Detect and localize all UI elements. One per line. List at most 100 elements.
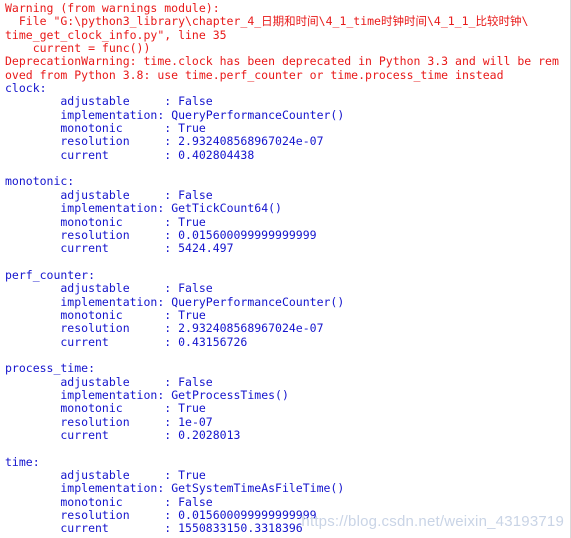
clock-field-value: 0.2028013 (178, 428, 241, 442)
clock-field-separator: : (157, 294, 172, 309)
clock-field-key: monotonic (5, 307, 123, 322)
clock-field-key: adjustable (5, 374, 130, 389)
clock-field-separator: : (129, 187, 179, 202)
clock-section-title: clock: (5, 81, 47, 96)
clock-field-key: implementation (5, 481, 158, 496)
clock-field-key: resolution (5, 134, 130, 149)
clock-field-key: resolution (5, 227, 130, 242)
clock-field-value: 0.402804438 (178, 147, 255, 162)
clock-field-value: True (178, 468, 206, 483)
clock-field-separator: : (108, 334, 179, 349)
clock-field-row: resolution : 0.015600099999999999 (5, 508, 570, 523)
clock-field-key: monotonic (5, 494, 123, 509)
clock-field-row: current : 0.43156726 (5, 334, 570, 349)
clock-field-value: True (178, 401, 206, 416)
clock-field-separator: : (108, 428, 179, 442)
clock-field-key: current (5, 428, 109, 442)
clock-field-separator: : (122, 494, 179, 509)
warning-file-path-continuation: time_get_clock_info.py", line 35 (5, 27, 227, 42)
clock-field-separator: : (122, 401, 179, 416)
clock-field-value: False (178, 494, 213, 509)
clock-field-key: current (5, 521, 109, 536)
clock-field-separator: : (157, 201, 172, 216)
clock-field-separator: : (129, 414, 179, 429)
deprecation-warning-line-1: DeprecationWarning: time.clock has been … (5, 54, 559, 69)
clock-field-value: 2.932408568967024e-07 (178, 321, 324, 336)
clock-field-value: False (178, 94, 213, 109)
clock-field-row: resolution : 2.932408568967024e-07 (5, 322, 570, 335)
clock-field-value: GetSystemTimeAsFileTime() (171, 481, 345, 496)
clock-field-value: GetTickCount64() (171, 201, 282, 216)
clock-field-value: 1550833150.3318396 (178, 521, 303, 536)
clock-field-key: adjustable (5, 468, 130, 483)
clock-field-row: implementation: GetProcessTimes() (5, 387, 570, 402)
clock-field-row: implementation: QueryPerformanceCounter(… (5, 294, 570, 309)
clock-field-row: adjustable : False (5, 187, 570, 202)
clock-field-key: implementation (5, 387, 158, 402)
clock-field-row: current : 1550833150.3318396 (5, 522, 570, 535)
clock-field-key: monotonic (5, 121, 123, 136)
clock-field-value: True (178, 307, 206, 322)
clock-field-key: implementation (5, 201, 158, 216)
clock-field-row: implementation: GetSystemTimeAsFileTime(… (5, 482, 570, 495)
clock-section-title: process_time: (5, 361, 96, 376)
clock-field-key: current (5, 241, 109, 256)
clock-field-value: True (178, 214, 206, 229)
clock-field-separator: : (157, 107, 172, 122)
clock-field-row: monotonic : True (5, 307, 570, 322)
clock-section-title: time: (5, 454, 40, 469)
clock-field-row: adjustable : False (5, 282, 570, 295)
console-output-pane[interactable]: Warning (from warnings module): File "G:… (0, 0, 571, 538)
clock-field-separator: : (129, 321, 179, 336)
clock-field-key: implementation (5, 107, 158, 122)
clock-field-key: adjustable (5, 281, 130, 296)
clock-field-separator: : (129, 374, 179, 389)
clock-field-separator: : (108, 241, 179, 256)
clock-field-separator: : (129, 468, 179, 483)
clock-field-value: GetProcessTimes() (171, 387, 289, 402)
clock-field-value: 0.43156726 (178, 334, 248, 349)
clock-field-value: 1e-07 (178, 414, 213, 429)
clock-field-key: monotonic (5, 214, 123, 229)
clock-field-separator: : (122, 214, 179, 229)
clock-field-row: implementation: QueryPerformanceCounter(… (5, 107, 570, 122)
clock-field-separator: : (122, 307, 179, 322)
clock-field-key: adjustable (5, 94, 130, 109)
clock-field-separator: : (108, 521, 179, 536)
clock-field-row: resolution : 2.932408568967024e-07 (5, 135, 570, 148)
clock-field-value: QueryPerformanceCounter() (171, 107, 345, 122)
clock-field-row: current : 0.402804438 (5, 147, 570, 162)
clock-field-value: QueryPerformanceCounter() (171, 294, 345, 309)
clock-field-separator: : (129, 281, 179, 296)
clock-field-value: False (178, 187, 213, 202)
clock-field-separator: : (157, 481, 172, 496)
clock-field-row: current : 0.2028013 (5, 428, 570, 442)
clock-field-key: resolution (5, 321, 130, 336)
deprecation-warning-line-2: oved from Python 3.8: use time.perf_coun… (5, 67, 504, 82)
clock-field-separator: : (129, 227, 179, 242)
clock-field-separator: : (129, 94, 179, 109)
clock-field-row: implementation: GetTickCount64() (5, 201, 570, 216)
clock-field-value: 0.015600099999999999 (178, 508, 317, 523)
clock-field-key: adjustable (5, 187, 130, 202)
warning-header: Warning (from warnings module): (5, 1, 220, 15)
clock-field-value: 0.015600099999999999 (178, 227, 317, 242)
clock-field-value: 2.932408568967024e-07 (178, 134, 324, 149)
clock-field-separator: : (122, 121, 179, 136)
clock-field-separator: : (129, 508, 179, 523)
clock-field-separator: : (108, 147, 179, 162)
warning-source-line: current = func()) (5, 41, 151, 56)
clock-field-row: resolution : 0.015600099999999999 (5, 227, 570, 242)
clock-field-value: False (178, 281, 213, 296)
clock-field-row: current : 5424.497 (5, 242, 570, 255)
clock-field-value: 5424.497 (178, 241, 234, 256)
clock-field-value: True (178, 121, 206, 136)
clock-field-row: resolution : 1e-07 (5, 414, 570, 429)
clock-info-sections: clock: adjustable : False implementation… (5, 81, 570, 536)
clock-field-row: monotonic : True (5, 402, 570, 415)
clock-field-row: adjustable : True (5, 468, 570, 483)
clock-field-row: adjustable : False (5, 95, 570, 108)
